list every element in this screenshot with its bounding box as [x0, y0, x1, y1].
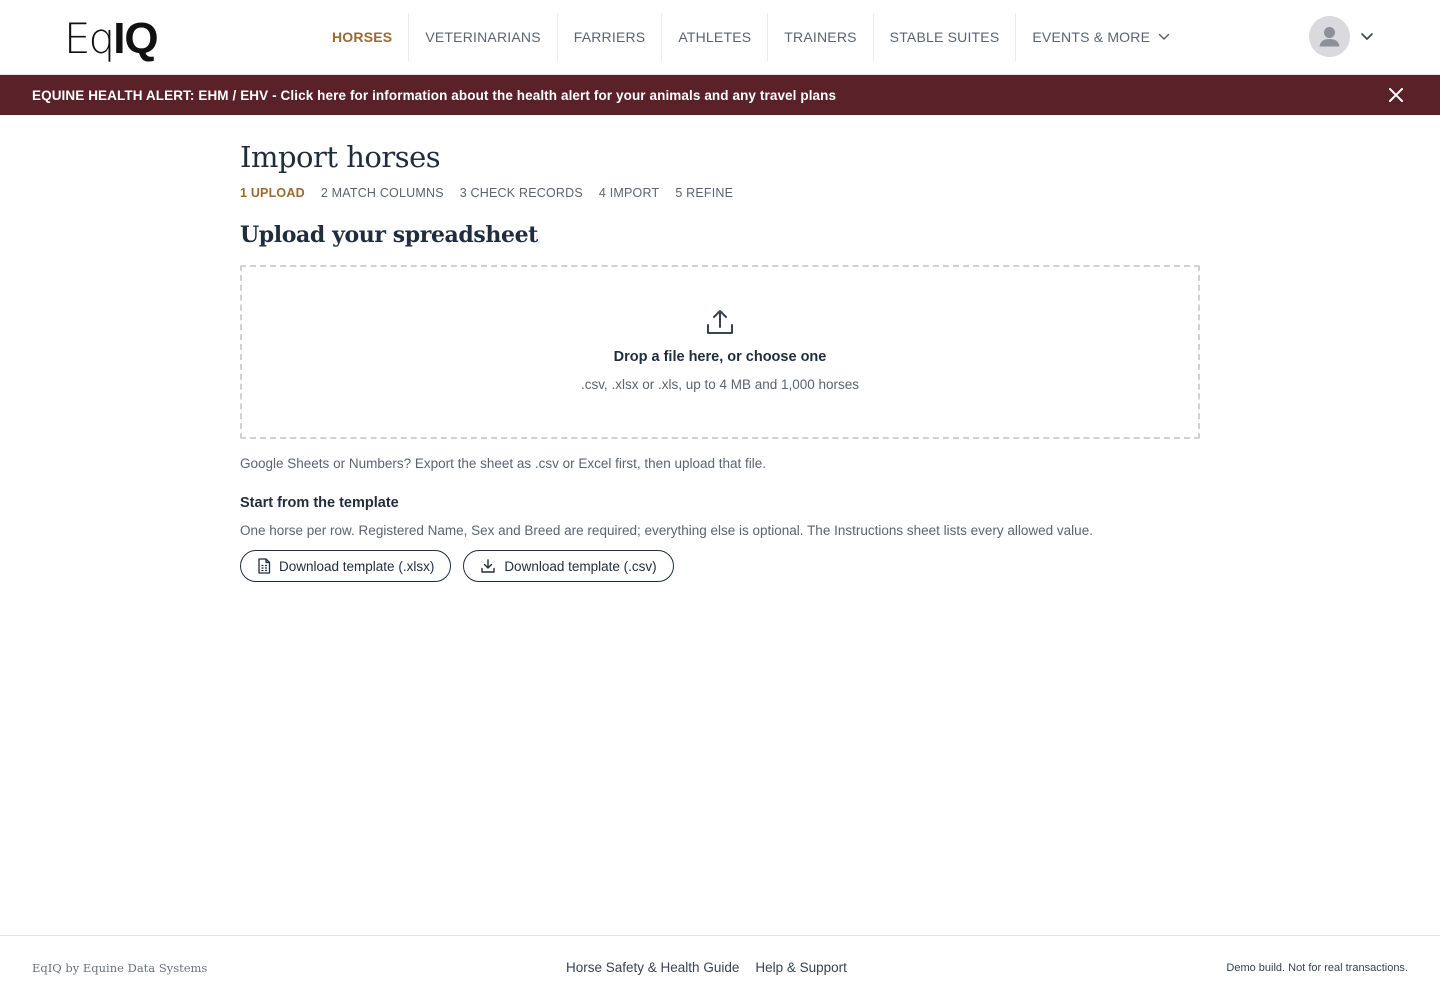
avatar [1309, 16, 1350, 57]
upload-icon [705, 307, 735, 337]
download-csv-label: Download template (.csv) [504, 558, 657, 574]
account-chevron-down-icon [1360, 28, 1374, 46]
template-description: One horse per row. Registered Name, Sex … [240, 523, 1093, 538]
nav-trainers[interactable]: TRAINERS [768, 13, 874, 61]
file-dropzone[interactable]: Drop a file here, or choose one .csv, .x… [240, 265, 1200, 439]
section-title: Upload your spreadsheet [240, 222, 538, 248]
template-heading: Start from the template [240, 495, 399, 511]
spreadsheet-file-icon [257, 558, 271, 574]
page-title: Import horses [240, 140, 441, 174]
step-check-records: 3 CHECK RECORDS [459, 186, 583, 200]
nav-events-more[interactable]: EVENTS & MORE [1016, 13, 1186, 61]
health-alert-banner: EQUINE HEALTH ALERT: EHM / EHV - Click h… [0, 75, 1440, 115]
export-note: Google Sheets or Numbers? Export the she… [240, 456, 767, 471]
close-icon[interactable] [1388, 87, 1404, 103]
nav-veterinarians[interactable]: VETERINARIANS [409, 13, 558, 61]
logo-eq-text: Eq [64, 14, 115, 63]
download-csv-button[interactable]: Download template (.csv) [463, 550, 674, 582]
nav-events-more-label: EVENTS & MORE [1032, 29, 1151, 45]
footer: EqIQ by Equine Data Systems Horse Safety… [0, 935, 1440, 1000]
nav-athletes[interactable]: ATHLETES [662, 13, 769, 61]
footer-brand: EqIQ by Equine Data Systems [32, 961, 208, 975]
import-main: Import horses 1 UPLOAD 2 MATCH COLUMNS 3… [240, 115, 1200, 582]
download-xlsx-button[interactable]: Download template (.xlsx) [240, 550, 452, 582]
step-match-columns: 2 MATCH COLUMNS [320, 186, 444, 200]
account-menu[interactable] [1309, 16, 1374, 57]
nav-farriers[interactable]: FARRIERS [558, 13, 663, 61]
template-buttons: Download template (.xlsx) Download templ… [240, 550, 1200, 582]
download-xlsx-label: Download template (.xlsx) [279, 558, 435, 574]
logo-iq-text: IQ [113, 14, 158, 63]
eqiq-logo[interactable]: Eq IQ [64, 14, 159, 64]
step-refine: 5 REFINE [675, 186, 734, 200]
import-steps: 1 UPLOAD 2 MATCH COLUMNS 3 CHECK RECORDS… [240, 186, 1200, 200]
step-upload: 1 UPLOAD [240, 186, 305, 200]
health-alert-link[interactable]: EQUINE HEALTH ALERT: EHM / EHV - Click h… [32, 88, 836, 103]
step-import: 4 IMPORT [598, 186, 660, 200]
user-icon [1319, 27, 1340, 47]
chevron-down-icon [1158, 33, 1170, 41]
main-nav: HORSES VETERINARIANS FARRIERS ATHLETES T… [316, 13, 1186, 61]
nav-stable-suites[interactable]: STABLE SUITES [874, 13, 1017, 61]
nav-horses[interactable]: HORSES [316, 13, 410, 61]
footer-link-safety-guide[interactable]: Horse Safety & Health Guide [566, 960, 739, 975]
footer-link-help-support[interactable]: Help & Support [755, 960, 847, 975]
footer-demo-note: Demo build. Not for real transactions. [1226, 962, 1408, 974]
dropzone-hint: .csv, .xlsx or .xls, up to 4 MB and 1,00… [580, 377, 860, 392]
footer-links: Horse Safety & Health Guide Help & Suppo… [566, 960, 847, 975]
dropzone-title: Drop a file here, or choose one [613, 349, 827, 365]
download-icon [480, 558, 496, 574]
top-navigation-bar: Eq IQ HORSES VETERINARIANS FARRIERS ATHLE… [0, 0, 1440, 75]
